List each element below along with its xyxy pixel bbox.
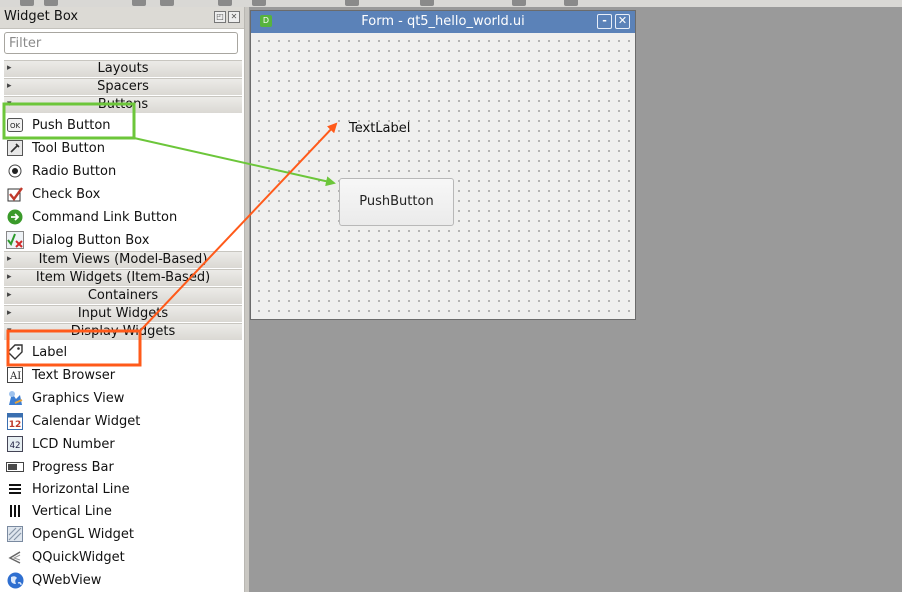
highlight-box-label: [6, 329, 142, 367]
highlight-box-push-button: [2, 102, 136, 140]
arrow-green: [133, 137, 336, 187]
arrow-orange: [139, 122, 338, 332]
annotation-overlay: [2, 102, 338, 367]
